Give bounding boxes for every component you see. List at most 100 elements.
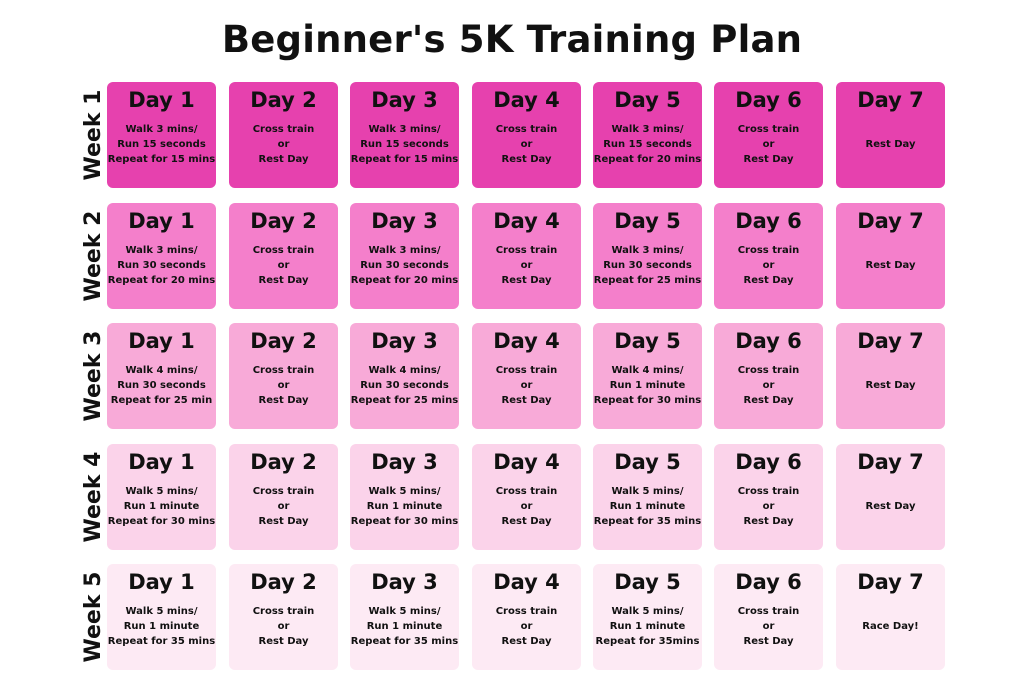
- workout-description: Cross train or Rest Day: [472, 604, 581, 649]
- workout-line: Rest Day: [865, 139, 916, 150]
- workout-line: Walk 4 mins/: [125, 365, 198, 376]
- workout-description: Walk 5 mins/Run 1 minute Repeat for 35 mi…: [593, 484, 702, 529]
- workout-line: Run 30 seconds: [360, 260, 449, 271]
- workout-line: Rest Day: [258, 275, 309, 286]
- workout-description: Walk 5 mins/Run 1 minute Repeat for 35 mi…: [350, 604, 459, 649]
- day-card: Day 1 Walk 5 mins/Run 1 minute Repeat for …: [107, 564, 216, 670]
- workout-line: Walk 3 mins/: [368, 124, 441, 135]
- day-heading: Day 2: [250, 88, 317, 112]
- workout-description: Walk 3 mins/Run 30 seconds Repeat for 20 …: [350, 243, 459, 288]
- workout-line: Rest Day: [865, 260, 916, 271]
- workout-line: Walk 5 mins/: [368, 486, 441, 497]
- day-heading: Day 2: [250, 450, 317, 474]
- workout-line: Cross train: [252, 365, 315, 376]
- workout-line: Cross train: [252, 245, 315, 256]
- day-card: Day 6 Cross train or Rest Day: [714, 323, 823, 429]
- workout-line: Cross train: [495, 486, 558, 497]
- workout-line: Cross train: [737, 245, 800, 256]
- day-card: Day 6 Cross train or Rest Day: [714, 203, 823, 309]
- workout-description: Rest Day: [836, 499, 945, 514]
- day-heading: Day 7: [857, 450, 924, 474]
- day-card: Day 4 Cross train or Rest Day: [472, 323, 581, 429]
- day-heading: Day 3: [371, 450, 438, 474]
- workout-line: Repeat for 30 mins: [593, 395, 702, 406]
- workout-line: Cross train: [252, 124, 315, 135]
- day-card: Day 5 Walk 5 mins/Run 1 minute Repeat for …: [593, 564, 702, 670]
- day-heading: Day 6: [735, 209, 802, 233]
- day-card: Day 6 Cross train or Rest Day: [714, 444, 823, 550]
- workout-line: Run 1 minute: [609, 380, 686, 391]
- day-heading: Day 5: [614, 209, 681, 233]
- day-heading: Day 7: [857, 570, 924, 594]
- day-card: Day 6 Cross train or Rest Day: [714, 564, 823, 670]
- day-heading: Day 7: [857, 88, 924, 112]
- workout-line: or: [277, 380, 290, 391]
- workout-description: Cross train or Rest Day: [472, 484, 581, 529]
- workout-line: Repeat for 30 mins: [350, 516, 459, 527]
- workout-line: or: [762, 260, 775, 271]
- day-heading: Day 5: [614, 570, 681, 594]
- day-card: Day 5 Walk 4 mins/Run 1 minute Repeat for …: [593, 323, 702, 429]
- workout-description: Cross train or Rest Day: [714, 243, 823, 288]
- workout-line: Rest Day: [258, 154, 309, 165]
- workout-line: Run 30 seconds: [360, 380, 449, 391]
- day-heading: Day 4: [493, 450, 560, 474]
- week-label: Week 2: [81, 210, 106, 302]
- workout-description: Rest Day: [836, 378, 945, 393]
- workout-line: Cross train: [495, 606, 558, 617]
- workout-line: Cross train: [737, 606, 800, 617]
- day-heading: Day 2: [250, 209, 317, 233]
- workout-line: Run 15 seconds: [360, 139, 449, 150]
- workout-description: Cross train or Rest Day: [714, 604, 823, 649]
- workout-line: Rest Day: [865, 501, 916, 512]
- day-card: Day 4 Cross train or Rest Day: [472, 82, 581, 188]
- day-card: Day 1 Walk 5 mins/Run 1 minute Repeat for …: [107, 444, 216, 550]
- day-heading: Day 3: [371, 209, 438, 233]
- workout-line: Rest Day: [501, 275, 552, 286]
- day-card: Day 4 Cross train or Rest Day: [472, 203, 581, 309]
- workout-description: Rest Day: [836, 258, 945, 273]
- workout-line: Rest Day: [258, 395, 309, 406]
- day-heading: Day 3: [371, 570, 438, 594]
- workout-description: Race Day!: [836, 619, 945, 634]
- workout-line: Repeat for 35 mins: [593, 516, 702, 527]
- workout-line: or: [277, 501, 290, 512]
- workout-line: Run 1 minute: [609, 501, 686, 512]
- page-title: Beginner's 5K Training Plan: [221, 18, 803, 61]
- workout-line: or: [277, 139, 290, 150]
- day-heading: Day 5: [614, 88, 681, 112]
- day-card: Day 6 Cross train or Rest Day: [714, 82, 823, 188]
- workout-line: Repeat for 35 mins: [107, 636, 216, 647]
- day-heading: Day 4: [493, 88, 560, 112]
- workout-line: Walk 5 mins/: [368, 606, 441, 617]
- workout-line: Rest Day: [743, 275, 794, 286]
- workout-line: Rest Day: [743, 154, 794, 165]
- workout-line: Walk 5 mins/: [125, 486, 198, 497]
- workout-line: Rest Day: [501, 154, 552, 165]
- workout-description: Walk 5 mins/Run 1 minute Repeat for 35 mi…: [107, 604, 216, 649]
- day-card: Day 3 Walk 3 mins/Run 15 seconds Repeat fo…: [350, 82, 459, 188]
- day-heading: Day 5: [614, 329, 681, 353]
- workout-description: Cross train or Rest Day: [472, 122, 581, 167]
- workout-line: Run 15 seconds: [117, 139, 206, 150]
- week-label: Week 4: [81, 451, 106, 543]
- workout-description: Cross train or Rest Day: [229, 122, 338, 167]
- workout-line: Repeat for 15 mins: [350, 154, 459, 165]
- day-heading: Day 1: [128, 450, 195, 474]
- workout-line: Cross train: [252, 606, 315, 617]
- workout-line: Cross train: [495, 124, 558, 135]
- workout-description: Rest Day: [836, 137, 945, 152]
- workout-line: Repeat for 35mins: [595, 636, 700, 647]
- workout-description: Cross train or Rest Day: [229, 604, 338, 649]
- day-heading: Day 4: [493, 209, 560, 233]
- workout-line: Cross train: [252, 486, 315, 497]
- workout-line: Rest Day: [501, 636, 552, 647]
- day-heading: Day 6: [735, 329, 802, 353]
- workout-line: Run 30 seconds: [117, 260, 206, 271]
- workout-line: Run 1 minute: [366, 621, 443, 632]
- workout-line: Run 1 minute: [366, 501, 443, 512]
- workout-line: or: [520, 139, 533, 150]
- workout-line: or: [762, 501, 775, 512]
- day-card: Day 5 Walk 3 mins/Run 15 seconds Repeat fo…: [593, 82, 702, 188]
- workout-line: Run 15 seconds: [603, 139, 692, 150]
